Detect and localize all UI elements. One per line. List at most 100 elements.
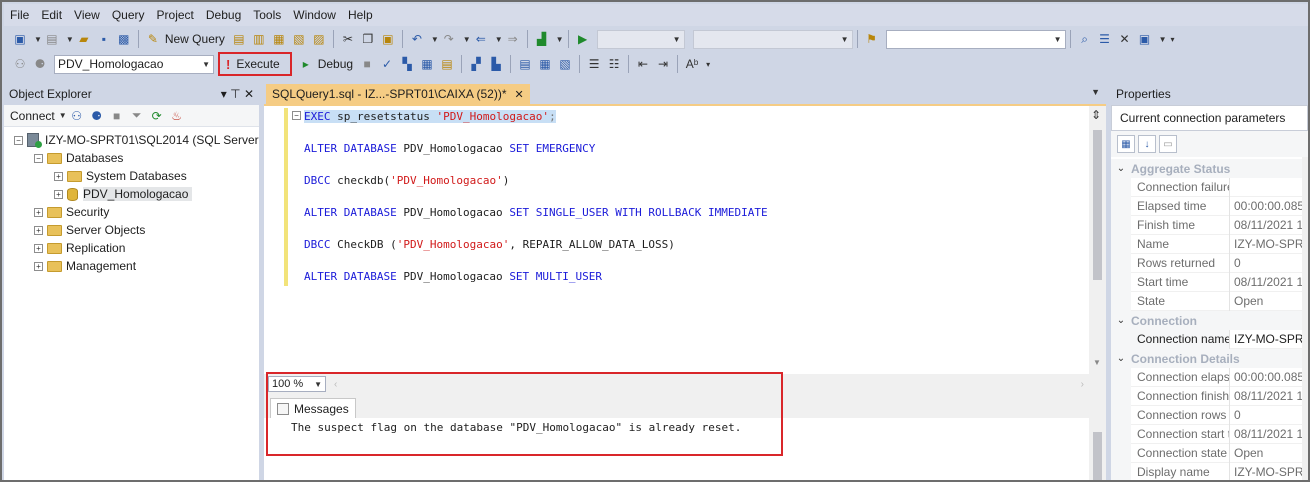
tree-node-management[interactable]: + Management <box>34 257 136 275</box>
tab-sqlquery1[interactable]: SQLQuery1.sql - IZ...-SPRT01\CAIXA (52))… <box>266 84 530 104</box>
close-icon[interactable]: ✕ <box>515 88 524 101</box>
new-query-button[interactable]: New Query <box>165 32 225 46</box>
toolbar-options-icon[interactable]: ▾ <box>706 60 710 69</box>
actual-plan-icon[interactable]: ▞ <box>467 55 485 73</box>
comment-icon[interactable]: ☰ <box>585 55 603 73</box>
find-icon[interactable]: ⌕ <box>1076 30 1094 48</box>
categorized-icon[interactable]: ▦ <box>1117 135 1135 153</box>
activity-monitor-icon[interactable]: ▟ <box>533 30 551 48</box>
solution-configurations-combo[interactable]: ▼ <box>596 29 685 49</box>
property-row[interactable]: Display name IZY-MO-SPRT <box>1111 462 1308 480</box>
editor-vertical-scrollbar[interactable]: ⇕ ▼ <box>1089 106 1106 376</box>
specify-template-values-icon[interactable]: Aᵇ <box>683 55 701 73</box>
category-aggregate-status[interactable]: ⌄ Aggregate Status <box>1111 159 1308 178</box>
code-line[interactable]: ALTER DATABASE PDV_Homologacao SET MULTI… <box>304 270 602 283</box>
increase-indent-icon[interactable]: ⇥ <box>654 55 672 73</box>
property-row[interactable]: Connection name IZY-MO-SPRT <box>1111 329 1308 349</box>
chevron-down-icon[interactable]: ▼ <box>1159 35 1167 44</box>
chevron-down-icon[interactable]: ▼ <box>495 35 503 44</box>
property-pages-icon[interactable]: ▭ <box>1159 135 1177 153</box>
property-row[interactable]: Finish time 08/11/2021 11 <box>1111 215 1308 235</box>
search-combo[interactable]: ▼ <box>885 29 1066 49</box>
property-row[interactable]: Connection rows 0 <box>1111 405 1308 425</box>
property-row[interactable]: Connection finish 08/11/2021 11 <box>1111 386 1308 406</box>
property-row[interactable]: Connection state Open <box>1111 443 1308 463</box>
chevron-down-icon[interactable]: ▼ <box>431 35 439 44</box>
expand-icon[interactable]: + <box>34 243 43 253</box>
scrollbar-thumb[interactable] <box>1093 130 1102 280</box>
expand-icon[interactable]: + <box>34 261 43 271</box>
cancel-query-icon[interactable]: ■ <box>358 55 376 73</box>
debug-button[interactable]: Debug <box>318 57 353 71</box>
menu-view[interactable]: View <box>68 4 106 26</box>
paste-icon[interactable]: ▣ <box>379 30 397 48</box>
results-to-file-icon[interactable]: ▧ <box>556 55 574 73</box>
copy-icon[interactable]: ❐ <box>359 30 377 48</box>
property-row[interactable]: Start time 08/11/2021 11 <box>1111 272 1308 292</box>
chevron-down-icon[interactable]: ▼ <box>66 35 74 44</box>
zoom-combo[interactable]: 100 % ▼ <box>268 376 326 392</box>
property-row[interactable]: Connection elapsed00:00:00.0859 <box>1111 367 1308 387</box>
properties-object-selector[interactable]: Current connection parameters <box>1111 105 1308 131</box>
results-to-text-icon[interactable]: ▤ <box>516 55 534 73</box>
expand-icon[interactable]: + <box>54 171 63 181</box>
add-item-icon[interactable]: ▤ <box>43 30 61 48</box>
chevron-down-icon[interactable]: ▼ <box>59 111 67 120</box>
live-stats-icon[interactable]: ▙ <box>487 55 505 73</box>
menu-tools[interactable]: Tools <box>247 4 287 26</box>
chevron-down-icon[interactable]: ⌄ <box>1111 353 1131 364</box>
save-icon[interactable]: ▪ <box>95 30 113 48</box>
tree-node-replication[interactable]: + Replication <box>34 239 125 257</box>
stop-icon[interactable]: ■ <box>108 107 126 125</box>
toolbar-options-icon[interactable]: ▾ <box>1170 35 1174 44</box>
tab-messages[interactable]: Messages <box>270 398 356 418</box>
chevron-down-icon[interactable]: ▼ <box>463 35 471 44</box>
menu-edit[interactable]: Edit <box>35 4 68 26</box>
start-icon[interactable]: ▶ <box>574 30 592 48</box>
cut-icon[interactable]: ✂ <box>339 30 357 48</box>
query-designer-icon[interactable]: ▦ <box>418 55 436 73</box>
menu-help[interactable]: Help <box>342 4 379 26</box>
results-vertical-scrollbar[interactable] <box>1089 418 1106 480</box>
new-query-icon[interactable]: ✎ <box>144 30 162 48</box>
query-editor[interactable]: − EXEC sp_resetstatus 'PDV_Homologacao';… <box>264 104 1106 376</box>
disconnect-object-explorer-icon[interactable]: ⚈ <box>88 107 106 125</box>
menu-query[interactable]: Query <box>106 4 151 26</box>
redo-icon[interactable]: ↷ <box>440 30 458 48</box>
mdx-query-icon[interactable]: ▥ <box>250 30 268 48</box>
filter-icon[interactable]: ⏷ <box>128 107 146 125</box>
dax-query-icon[interactable]: ▨ <box>310 30 328 48</box>
split-window-icon[interactable]: ⇕ <box>1091 108 1101 122</box>
menu-file[interactable]: File <box>4 4 35 26</box>
refresh-icon[interactable]: ⟳ <box>148 107 166 125</box>
results-to-grid-icon[interactable]: ▦ <box>536 55 554 73</box>
solution-platforms-combo[interactable]: ▼ <box>692 29 853 49</box>
undo-icon[interactable]: ↶ <box>408 30 426 48</box>
property-row[interactable]: Elapsed time 00:00:00.0859 <box>1111 196 1308 216</box>
execute-button[interactable]: ! Execute <box>218 52 292 76</box>
chevron-down-icon[interactable]: ▼ <box>556 35 564 44</box>
collapse-icon[interactable]: − <box>34 153 43 163</box>
pane-pin-icon[interactable]: ▾ ⊤ ✕ <box>221 87 254 101</box>
open-file-icon[interactable]: ▰ <box>75 30 93 48</box>
save-all-icon[interactable]: ▩ <box>115 30 133 48</box>
tree-node-server-objects[interactable]: + Server Objects <box>34 221 145 239</box>
collapse-icon[interactable]: − <box>14 135 23 145</box>
parse-icon[interactable]: ✓ <box>378 55 396 73</box>
available-databases-combo[interactable]: PDV_Homologacao ▼ <box>54 54 214 74</box>
intellisense-icon[interactable]: ▤ <box>438 55 456 73</box>
menu-window[interactable]: Window <box>287 4 342 26</box>
tree-node-databases[interactable]: − Databases <box>34 149 123 167</box>
chevron-down-icon[interactable]: ▼ <box>1091 87 1100 97</box>
collapse-icon[interactable]: − <box>292 111 301 120</box>
scrollbar-thumb[interactable] <box>1093 432 1102 480</box>
code-line[interactable]: DBCC checkdb('PDV_Homologacao') <box>304 174 509 187</box>
debug-icon[interactable]: ▸ <box>297 55 315 73</box>
navigate-forward-icon[interactable]: ⇒ <box>504 30 522 48</box>
expand-icon[interactable]: + <box>34 207 43 217</box>
property-row[interactable]: Name IZY-MO-SPRT <box>1111 234 1308 254</box>
expand-icon[interactable]: + <box>54 189 63 199</box>
decrease-indent-icon[interactable]: ⇤ <box>634 55 652 73</box>
chevron-down-icon[interactable]: ⌄ <box>1111 163 1131 174</box>
dmx-query-icon[interactable]: ▦ <box>270 30 288 48</box>
